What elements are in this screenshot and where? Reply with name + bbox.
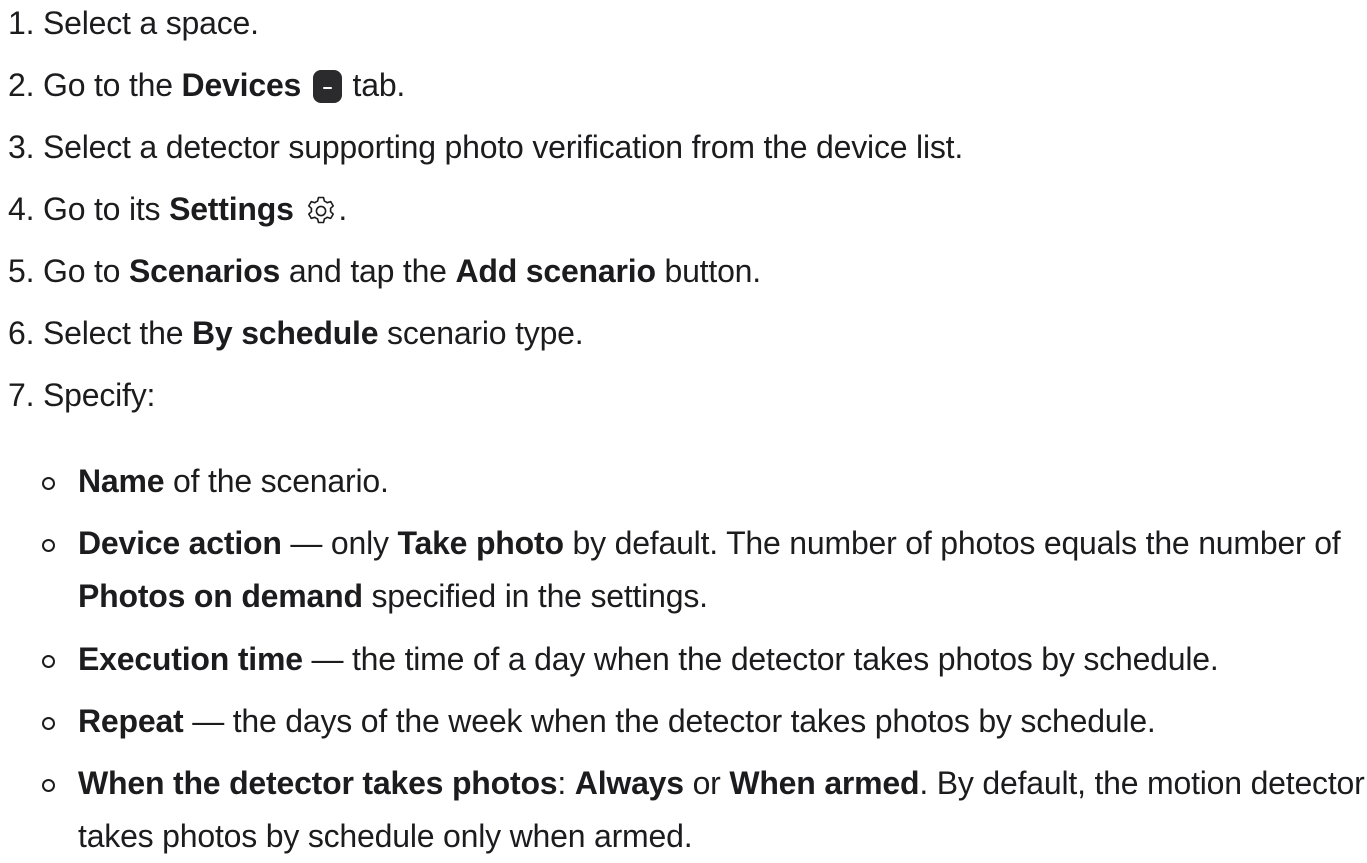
- item-text: by default. The number of photos equals …: [563, 525, 1341, 561]
- bullet-icon: [42, 717, 55, 730]
- step-2: 2. Go to the Devices tab.: [8, 63, 405, 107]
- item-label: Execution time: [78, 641, 303, 677]
- item-label: Name: [78, 463, 165, 499]
- list-item-device-action: Device action — only Take photo by defau…: [42, 517, 1367, 623]
- step-number: 4.: [8, 191, 35, 227]
- list-item-name: Name of the scenario.: [42, 455, 1367, 508]
- item-text: — only: [281, 525, 398, 561]
- step-text: Select the: [43, 315, 193, 351]
- step-number: 5.: [8, 253, 35, 289]
- step-text: Specify:: [43, 377, 156, 413]
- step-number: 6.: [8, 315, 35, 351]
- settings-label: Settings: [169, 191, 294, 227]
- step-5: 5. Go to Scenarios and tap the Add scena…: [8, 249, 761, 293]
- step-number: 1.: [8, 5, 35, 41]
- item-label: Repeat: [78, 703, 184, 739]
- step-3: 3. Select a detector supporting photo ve…: [8, 125, 963, 169]
- step-text: Go to its: [43, 191, 170, 227]
- item-text: :: [557, 765, 575, 801]
- item-text: — the days of the week when the detector…: [183, 703, 1156, 739]
- item-label: Always: [574, 765, 684, 801]
- step-text: Select a detector supporting photo verif…: [43, 129, 964, 165]
- step-7: 7. Specify:: [8, 373, 155, 417]
- step-text: Go to the: [43, 67, 182, 103]
- step-1: 1. Select a space.: [8, 1, 259, 45]
- list-item-when-takes-photos: When the detector takes photos: Always o…: [42, 757, 1367, 863]
- devices-label: Devices: [181, 67, 302, 103]
- item-label: When armed: [729, 765, 920, 801]
- step-number: 2.: [8, 67, 35, 103]
- step-number: 7.: [8, 377, 35, 413]
- step-text: tab.: [343, 67, 406, 103]
- add-scenario-label: Add scenario: [455, 253, 656, 289]
- step-text: scenario type.: [378, 315, 584, 351]
- step-6: 6. Select the By schedule scenario type.: [8, 311, 584, 355]
- item-text: or: [683, 765, 730, 801]
- step-text: and tap the: [280, 253, 456, 289]
- step-4: 4. Go to its Settings .: [8, 187, 347, 231]
- item-label: When the detector takes photos: [78, 765, 558, 801]
- item-text: — the time of a day when the detector ta…: [302, 641, 1219, 677]
- step-text: Go to: [43, 253, 129, 289]
- item-label: Take photo: [397, 525, 565, 561]
- bullet-icon: [42, 477, 55, 490]
- step-number: 3.: [8, 129, 35, 165]
- list-item-execution-time: Execution time — the time of a day when …: [42, 633, 1367, 686]
- step-text: .: [338, 191, 348, 227]
- bullet-icon: [42, 539, 55, 552]
- bullet-icon: [42, 655, 55, 668]
- bullet-icon: [42, 779, 55, 792]
- item-label: Device action: [78, 525, 282, 561]
- devices-tab-icon: [312, 70, 342, 103]
- item-label: Photos on demand: [78, 578, 363, 614]
- item-text: specified in the settings.: [362, 578, 709, 614]
- list-item-repeat: Repeat — the days of the week when the d…: [42, 695, 1367, 748]
- by-schedule-label: By schedule: [192, 315, 379, 351]
- step-text: button.: [655, 253, 761, 289]
- item-text: of the scenario.: [164, 463, 389, 499]
- scenarios-label: Scenarios: [128, 253, 281, 289]
- gear-icon: [308, 196, 335, 224]
- step-text: Select a space.: [43, 5, 259, 41]
